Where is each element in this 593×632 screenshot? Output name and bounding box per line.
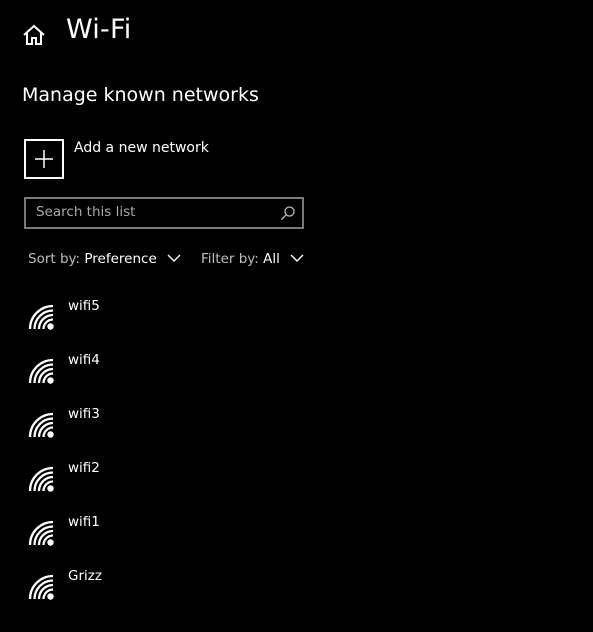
chevron-down-icon — [290, 254, 304, 262]
header: Wi-Fi — [0, 0, 593, 70]
network-name: wifi4 — [68, 352, 100, 368]
sort-value: Preference — [84, 251, 157, 267]
wifi-signal-icon — [28, 466, 54, 492]
search-input[interactable]: Search this list — [36, 204, 135, 220]
network-list: wifi5 wifi4 wifi3 wifi2 wifi1 Grizz — [0, 290, 593, 614]
wifi-signal-icon — [28, 520, 54, 546]
add-network-icon-box — [24, 139, 64, 179]
add-network-button[interactable]: Add a new network — [24, 139, 224, 179]
network-item[interactable]: wifi4 — [0, 344, 593, 398]
chevron-down-icon — [167, 254, 181, 262]
filter-dropdown[interactable]: Filter by: All — [201, 251, 304, 271]
filter-prefix: Filter by: — [201, 251, 259, 267]
network-item[interactable]: wifi5 — [0, 290, 593, 344]
network-name: wifi5 — [68, 298, 100, 314]
home-button[interactable] — [20, 22, 48, 48]
search-box[interactable]: Search this list — [24, 197, 304, 229]
home-icon — [23, 24, 45, 45]
sort-prefix: Sort by: — [28, 251, 81, 267]
add-network-label: Add a new network — [74, 140, 209, 156]
page-title: Wi-Fi — [66, 14, 132, 45]
wifi-signal-icon — [28, 304, 54, 330]
search-icon[interactable] — [280, 205, 296, 221]
wifi-signal-icon — [28, 358, 54, 384]
wifi-signal-icon — [28, 574, 54, 600]
network-name: Grizz — [68, 568, 102, 584]
wifi-signal-icon — [28, 412, 54, 438]
network-item[interactable]: wifi2 — [0, 452, 593, 506]
network-name: wifi3 — [68, 406, 100, 422]
filter-value: All — [263, 251, 280, 267]
network-name: wifi1 — [68, 514, 100, 530]
section-title: Manage known networks — [22, 84, 259, 106]
network-item[interactable]: Grizz — [0, 560, 593, 614]
sort-dropdown[interactable]: Sort by: Preference — [28, 251, 181, 271]
network-name: wifi2 — [68, 460, 100, 476]
plus-icon — [35, 150, 53, 168]
network-item[interactable]: wifi3 — [0, 398, 593, 452]
network-item[interactable]: wifi1 — [0, 506, 593, 560]
